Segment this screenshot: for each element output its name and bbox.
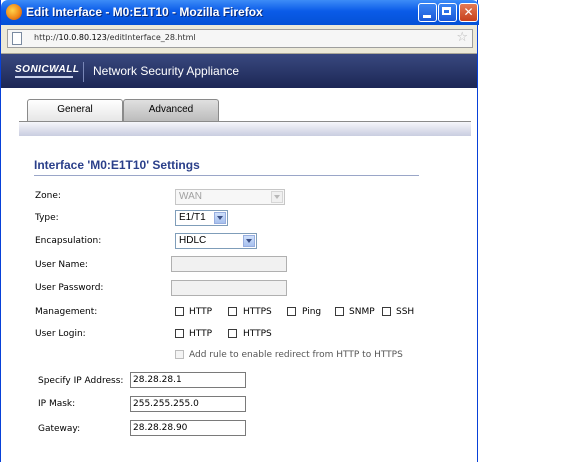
zone-select: WAN — [175, 189, 285, 205]
chevron-down-icon — [271, 191, 283, 203]
header-divider — [83, 62, 84, 82]
management-ping-label: Ping — [302, 307, 322, 317]
userlogin-http-label: HTTP — [189, 329, 213, 339]
ip-address-label: Specify IP Address: — [38, 376, 124, 386]
bookmark-star-icon[interactable]: ☆ — [456, 30, 468, 45]
url-field[interactable]: http://10.0.80.123/editInterface_28.html… — [7, 29, 473, 48]
management-ssh-label: SSH — [396, 307, 415, 317]
userlogin-https-checkbox[interactable] — [228, 329, 237, 338]
ip-address-input[interactable]: 28.28.28.1 — [130, 372, 246, 388]
zone-label: Zone: — [35, 191, 61, 201]
encapsulation-select[interactable]: HDLC — [175, 233, 257, 249]
type-select[interactable]: E1/T1 — [175, 210, 228, 226]
userlogin-http-checkbox[interactable] — [175, 329, 184, 338]
gateway-label: Gateway: — [38, 424, 81, 434]
browser-window: Edit Interface - M0:E1T10 - Mozilla Fire… — [0, 0, 479, 462]
section-title: Interface 'M0:E1T10' Settings — [34, 158, 200, 172]
window-title: Edit Interface - M0:E1T10 - Mozilla Fire… — [26, 5, 263, 19]
page-icon — [12, 32, 22, 45]
management-https-checkbox[interactable] — [228, 307, 237, 316]
url-host: 10.0.80.123 — [58, 33, 107, 42]
close-button[interactable]: ✕ — [459, 3, 478, 22]
userlogin-https-label: HTTPS — [243, 329, 272, 339]
username-label: User Name: — [35, 260, 88, 270]
encapsulation-label: Encapsulation: — [35, 236, 102, 246]
type-label: Type: — [35, 213, 59, 223]
tab-band — [19, 122, 471, 136]
maximize-button[interactable] — [438, 3, 457, 22]
ip-mask-input[interactable]: 255.255.255.0 — [130, 396, 246, 412]
url-prefix: http:// — [34, 33, 59, 42]
ip-mask-label: IP Mask: — [38, 399, 76, 409]
management-label: Management: — [35, 307, 98, 317]
title-bar: Edit Interface - M0:E1T10 - Mozilla Fire… — [1, 0, 479, 25]
logo-swoosh — [15, 76, 73, 78]
gateway-input[interactable]: 28.28.28.90 — [130, 420, 246, 436]
password-field — [171, 280, 287, 296]
userlogin-label: User Login: — [35, 329, 86, 339]
management-snmp-checkbox[interactable] — [335, 307, 344, 316]
tab-advanced[interactable]: Advanced — [123, 99, 219, 121]
redirect-checkbox — [175, 350, 184, 359]
management-snmp-label: SNMP — [349, 307, 375, 317]
management-http-checkbox[interactable] — [175, 307, 184, 316]
tab-strip: General Advanced — [6, 89, 471, 139]
minimize-button[interactable] — [418, 3, 437, 22]
address-bar: http://10.0.80.123/editInterface_28.html… — [1, 25, 477, 54]
username-field — [171, 256, 287, 272]
url-path: /editInterface_28.html — [106, 33, 196, 42]
management-ssh-checkbox[interactable] — [382, 307, 391, 316]
sonicwall-logo: SONICWALL — [15, 64, 80, 75]
chevron-down-icon — [214, 212, 226, 224]
tab-general[interactable]: General — [27, 99, 123, 121]
password-label: User Password: — [35, 283, 104, 293]
redirect-label: Add rule to enable redirect from HTTP to… — [189, 350, 403, 360]
url-text: http://10.0.80.123/editInterface_28.html — [34, 33, 196, 42]
encapsulation-value: HDLC — [179, 235, 207, 246]
zone-value: WAN — [179, 191, 202, 202]
type-value: E1/T1 — [179, 212, 206, 223]
management-https-label: HTTPS — [243, 307, 272, 317]
management-ping-checkbox[interactable] — [287, 307, 296, 316]
app-header: SONICWALL Network Security Appliance — [1, 54, 477, 88]
firefox-icon — [6, 4, 22, 20]
section-divider — [34, 175, 419, 176]
product-title: Network Security Appliance — [93, 64, 240, 78]
chevron-down-icon — [243, 235, 255, 247]
management-http-label: HTTP — [189, 307, 213, 317]
